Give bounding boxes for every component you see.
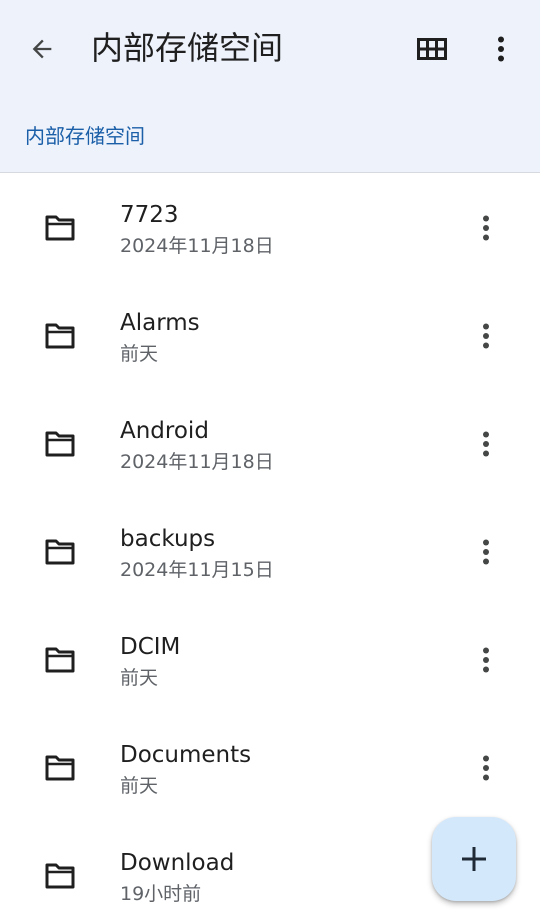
list-item[interactable]: 7723 2024年11月18日 [0,174,540,282]
more-vert-icon [498,36,504,62]
item-name: Download [120,850,235,876]
list-item[interactable]: backups 2024年11月15日 [0,498,540,606]
item-name: DCIM [120,634,181,660]
folder-icon [45,755,75,781]
page-title: 内部存储空间 [91,29,284,67]
plus-icon [462,847,486,871]
folder-icon [45,323,75,349]
item-date: 前天 [120,343,159,365]
item-name: backups [120,526,216,552]
item-more-button[interactable] [466,640,506,680]
item-name: 7723 [120,202,179,228]
item-name: Android [120,418,209,444]
folder-icon [45,539,75,565]
item-date: 19小时前 [120,883,202,905]
folder-icon [45,647,75,673]
list-item[interactable]: Android 2024年11月18日 [0,390,540,498]
grid-view-icon [417,38,447,60]
list-item[interactable]: Alarms 前天 [0,282,540,390]
item-name: Alarms [120,310,200,336]
folder-icon [45,431,75,457]
item-date: 2024年11月15日 [120,559,274,581]
grid-view-button[interactable] [412,29,452,69]
more-vert-icon [483,431,489,457]
folder-icon [45,215,75,241]
list-item[interactable]: DCIM 前天 [0,606,540,714]
item-more-button[interactable] [466,532,506,572]
more-vert-icon [483,755,489,781]
more-vert-icon [483,539,489,565]
item-date: 2024年11月18日 [120,235,274,257]
item-date: 2024年11月18日 [120,451,274,473]
back-button[interactable] [22,29,62,69]
folder-icon [45,863,75,889]
arrow-left-icon [32,39,52,59]
item-date: 前天 [120,667,159,689]
more-vert-icon [483,215,489,241]
item-date: 前天 [120,775,159,797]
item-name: Documents [120,742,252,768]
list-item[interactable]: Documents 前天 [0,714,540,822]
more-vert-icon [483,323,489,349]
item-more-button[interactable] [466,748,506,788]
item-more-button[interactable] [466,316,506,356]
file-list: 7723 2024年11月18日 Alarms 前天 Android 2024年… [0,174,540,924]
top-app-bar: 内部存储空间 内部存储空间 [0,0,540,173]
breadcrumb[interactable]: 内部存储空间 [25,122,145,150]
item-more-button[interactable] [466,208,506,248]
more-options-button[interactable] [481,29,521,69]
add-fab-button[interactable] [432,817,516,901]
item-more-button[interactable] [466,424,506,464]
more-vert-icon [483,647,489,673]
